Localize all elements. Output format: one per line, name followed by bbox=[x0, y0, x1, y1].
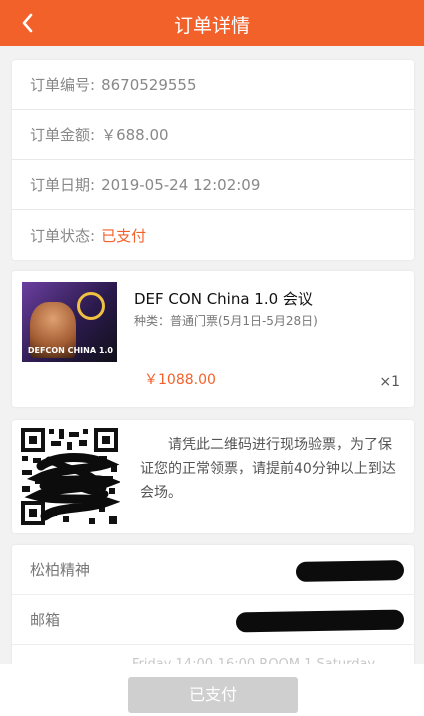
order-date-row: 订单日期: 2019-05-24 12:02:09 bbox=[12, 160, 414, 210]
page-title: 订单详情 bbox=[173, 15, 250, 37]
paid-status-button[interactable]: 已支付 bbox=[128, 677, 298, 713]
qr-card: 请凭此二维码进行现场验票，为了保证您的正常领票，请提前40分钟以上到达会场。 bbox=[12, 420, 414, 533]
header-bar: 订单详情 bbox=[0, 0, 424, 46]
order-number-row: 订单编号: 8670529555 bbox=[12, 60, 414, 110]
thumbnail-text: DEFCON CHINA 1.0 bbox=[27, 346, 113, 355]
product-name: DEF CON China 1.0 会议 bbox=[134, 290, 313, 308]
product-type: 种类：普通门票(5月1日-5月28日) bbox=[134, 314, 318, 328]
product-quantity: ×1 bbox=[379, 374, 400, 390]
thumbnail-ring-art bbox=[77, 292, 105, 320]
product-price: ￥1088.00 bbox=[144, 372, 216, 388]
redacted-name-mark bbox=[295, 560, 405, 582]
redacted-email-mark bbox=[235, 609, 405, 633]
product-thumbnail: DEFCON CHINA 1.0 bbox=[22, 282, 117, 362]
order-status-value: 已支付 bbox=[101, 226, 147, 245]
order-date-value: 2019-05-24 12:02:09 bbox=[101, 175, 261, 194]
order-amount-value: ￥688.00 bbox=[101, 126, 169, 144]
order-info-card: 订单编号: 8670529555 订单金额: ￥688.00 订单日期: 201… bbox=[12, 60, 414, 260]
order-date-label: 订单日期: bbox=[30, 176, 96, 194]
order-amount-label: 订单金额: bbox=[30, 126, 96, 144]
order-status-row: 订单状态: 已支付 bbox=[12, 210, 414, 260]
qr-code[interactable] bbox=[19, 426, 120, 527]
order-amount-row: 订单金额: ￥688.00 bbox=[12, 110, 414, 160]
product-card[interactable]: DEFCON CHINA 1.0 DEF CON China 1.0 会议 种类… bbox=[12, 271, 414, 407]
order-number-label: 订单编号: bbox=[30, 76, 96, 94]
order-status-label: 订单状态: bbox=[30, 226, 96, 245]
qr-instruction-text: 请凭此二维码进行现场验票，为了保证您的正常领票，请提前40分钟以上到达会场。 bbox=[140, 437, 396, 501]
contact-name-row: 松柏精神 bbox=[12, 545, 414, 595]
contact-email-row: 邮箱 bbox=[12, 595, 414, 645]
contact-name-label: 松柏精神 bbox=[30, 561, 91, 579]
bottom-action-bar: 已支付 bbox=[0, 664, 424, 716]
order-number-value: 8670529555 bbox=[101, 75, 197, 94]
contact-email-label: 邮箱 bbox=[30, 611, 61, 629]
